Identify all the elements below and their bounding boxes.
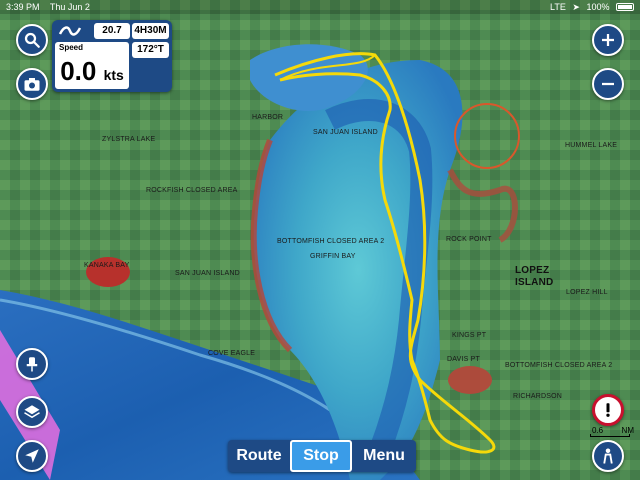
map-label-harbor: HARBOR [252, 114, 284, 121]
speed-unit: kts [103, 67, 124, 83]
map-label-san-juan-island: SAN JUAN ISLAND [175, 270, 240, 277]
nav-data-panel[interactable]: 20.7 NM 4H30M Speed 0.0 kts 172°T [52, 20, 172, 92]
map-label-bottomfish-2: BOTTOMFISH CLOSED AREA 2 [505, 362, 613, 369]
zoom-out-button[interactable] [592, 68, 624, 100]
map-label-griffin-bay: GRIFFIN BAY [310, 253, 356, 260]
status-bar: 3:39 PM Thu Jun 2 LTE ➤ 100% [0, 0, 640, 14]
layers-icon [24, 405, 40, 419]
map-label-zylstra-lake: ZYLSTRA LAKE [102, 136, 156, 143]
speed-value: 0.0 [60, 56, 97, 86]
time-to-go-readout: 4H30M [132, 23, 169, 39]
map-label-island: ISLAND [515, 277, 554, 288]
map-label-lopez: LOPEZ [515, 265, 550, 276]
map-label-rockfish: ROCKFISH CLOSED AREA [146, 187, 238, 194]
distance-readout: 20.7 NM [94, 23, 130, 52]
map-label-kings-pt: KINGS PT [452, 332, 487, 339]
location-arrow-icon [25, 449, 39, 463]
map-label-richardson: RICHARDSON [513, 393, 563, 400]
map-label-rock-point: ROCK POINT [446, 236, 492, 243]
person-button[interactable] [592, 440, 624, 472]
battery-icon [616, 3, 634, 11]
navionics-logo-icon [58, 26, 82, 36]
map-label-lopez-hill: LOPEZ HILL [566, 289, 608, 296]
pin-button[interactable] [16, 348, 48, 380]
warning-button[interactable] [592, 394, 624, 426]
pin-icon [26, 357, 38, 372]
camera-button[interactable] [16, 68, 48, 100]
person-icon [603, 448, 613, 464]
map-label-san-juan-island-2: SAN JUAN ISLAND [313, 129, 378, 136]
minus-icon [602, 82, 614, 86]
speed-label: Speed [59, 43, 84, 52]
battery-percent: 100% [586, 2, 610, 12]
map-label-kanaka-bay: KANAKA BAY [84, 262, 130, 269]
status-time: 3:39 PM [6, 2, 40, 12]
status-date: Thu Jun 2 [49, 2, 90, 12]
speed-readout: Speed 0.0 kts [55, 42, 129, 89]
layers-button[interactable] [16, 396, 48, 428]
locate-button[interactable] [16, 440, 48, 472]
exclamation-icon [606, 403, 610, 417]
scale-bar: 0.6 NM [586, 426, 634, 438]
map-label-cove-eagle: COVE EAGLE [208, 350, 256, 357]
location-status-icon: ➤ [572, 2, 580, 12]
route-button[interactable]: Route [228, 440, 290, 472]
camera-icon [24, 78, 40, 91]
map-label-bottomfish: BOTTOMFISH CLOSED AREA 2 [277, 238, 385, 245]
heading-readout: 172°T [132, 42, 169, 58]
zoom-in-button[interactable] [592, 24, 624, 56]
map-label-davis-pt: DAVIS PT [447, 356, 480, 363]
stop-button[interactable]: Stop [290, 440, 352, 472]
search-icon [24, 32, 40, 48]
menu-button[interactable]: Menu [352, 440, 416, 472]
route-toolbar: Route Stop Menu [228, 440, 416, 472]
plus-icon [602, 34, 614, 46]
network-label: LTE [550, 2, 566, 12]
search-button[interactable] [16, 24, 48, 56]
map-label-hummel-lake: HUMMEL LAKE [565, 142, 618, 149]
